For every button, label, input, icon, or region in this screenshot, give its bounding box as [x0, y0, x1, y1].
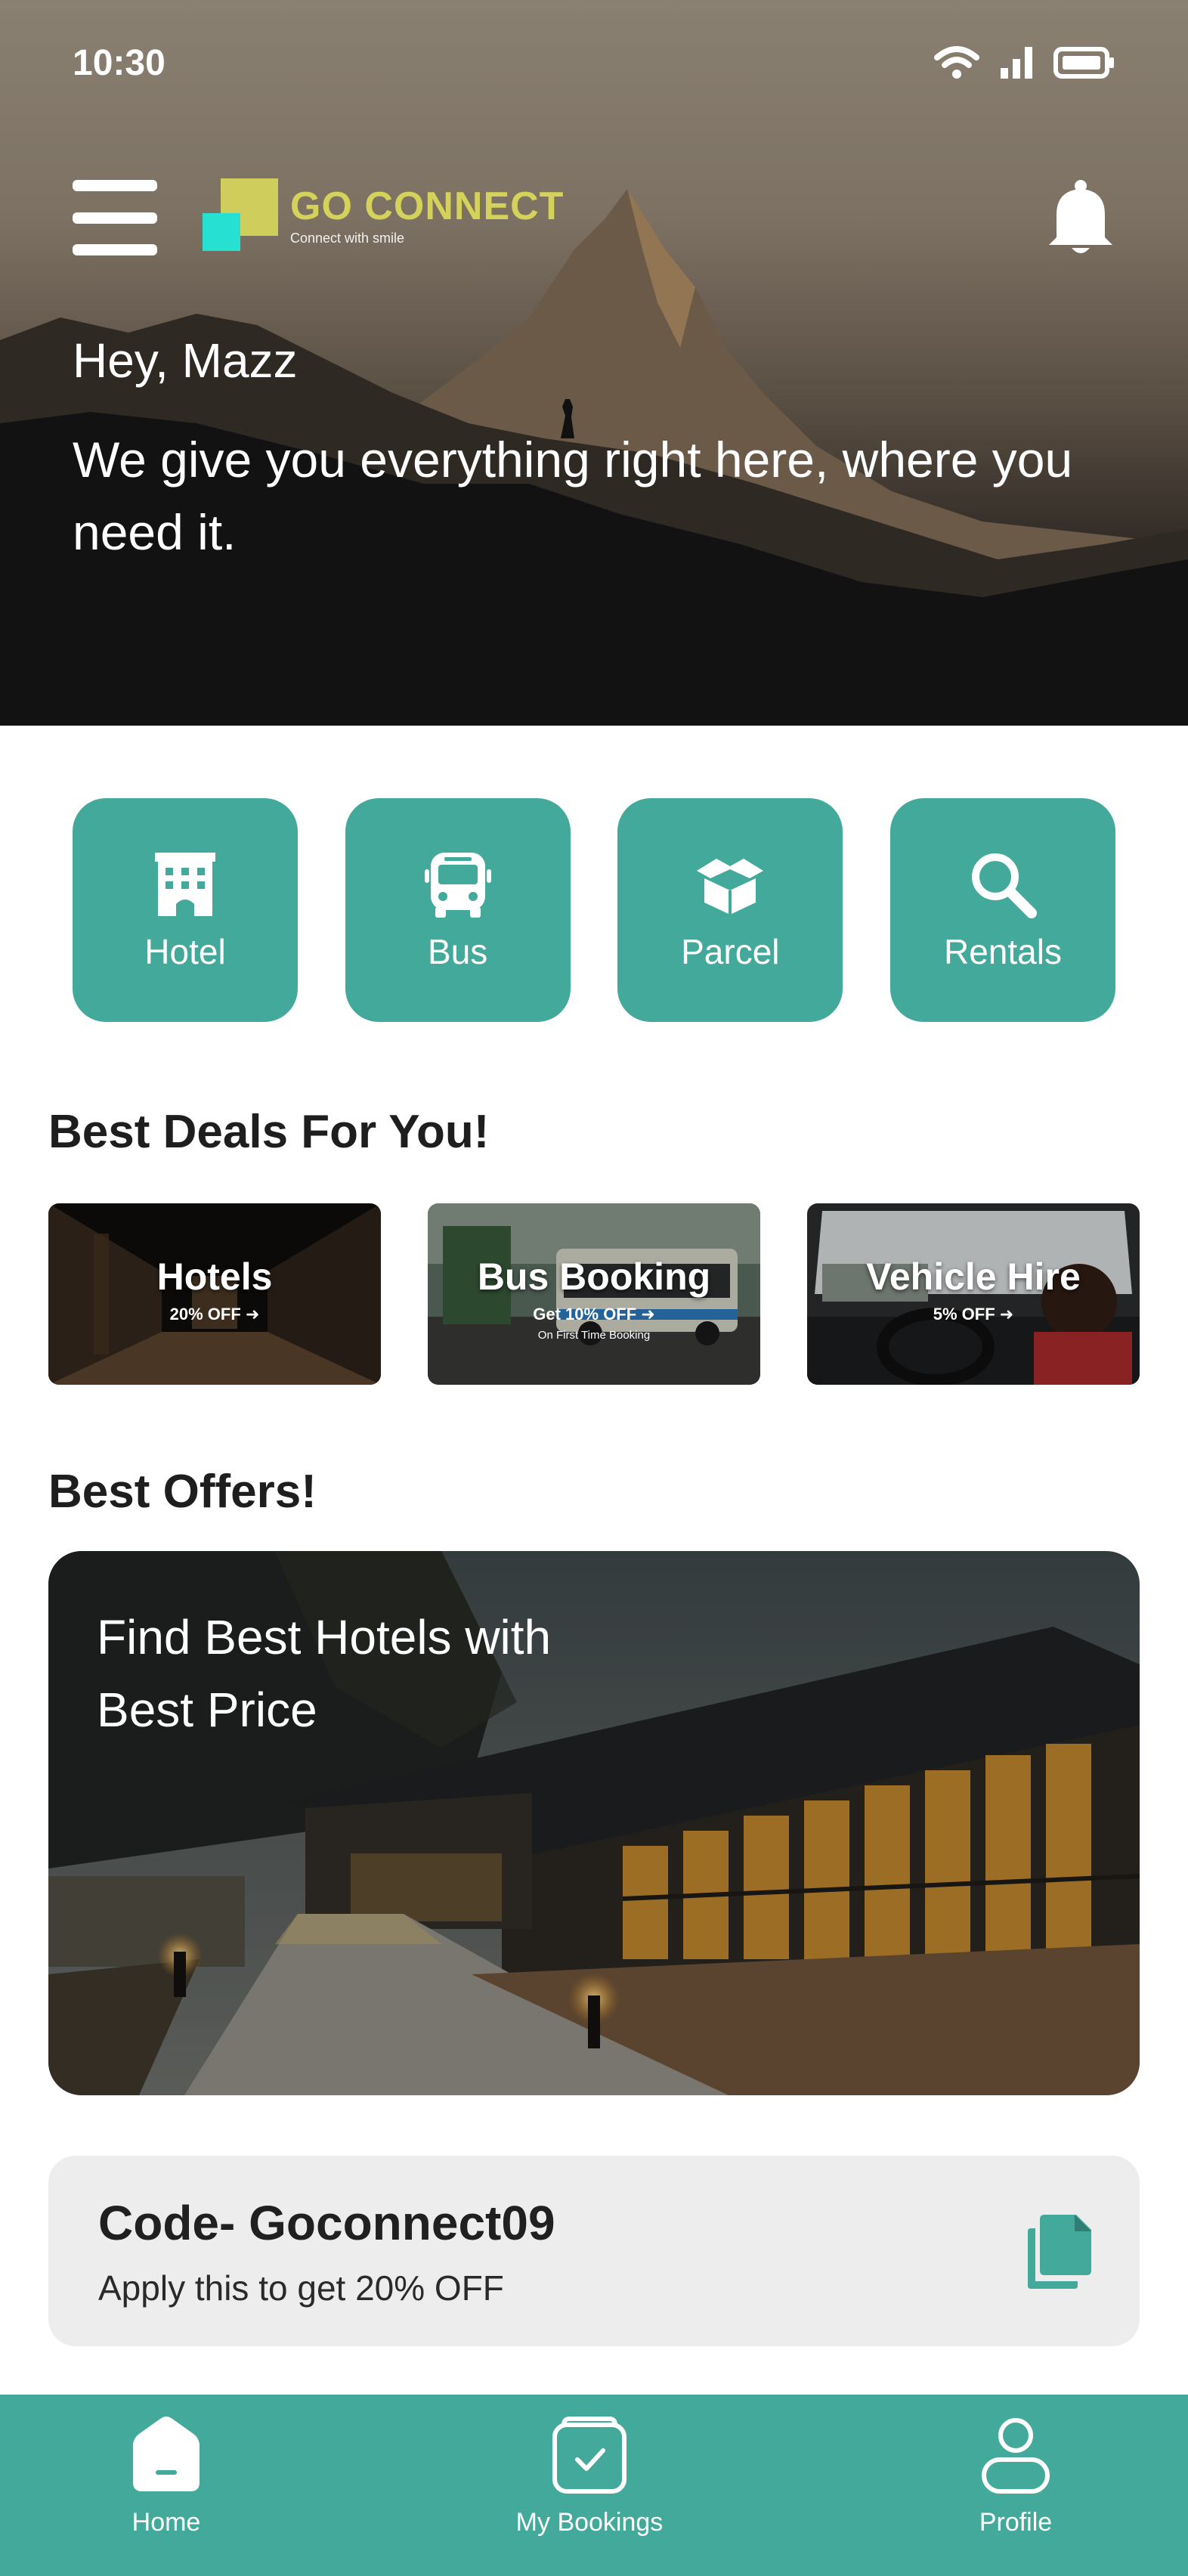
- deal-title: Vehicle Hire: [866, 1255, 1081, 1298]
- nav-profile[interactable]: Profile: [880, 2416, 1152, 2537]
- deal-card-bus-booking[interactable]: Bus Booking Get 10% OFF ➜ On First Time …: [428, 1203, 760, 1385]
- nav-label: My Bookings: [515, 2508, 664, 2537]
- service-label: Hotel: [144, 932, 226, 971]
- service-buttons: Hotel Bus Parcel Rentals: [73, 798, 1115, 1022]
- deal-title: Hotels: [156, 1255, 273, 1298]
- hotel-icon: [155, 853, 215, 916]
- nav-label: Profile: [979, 2508, 1053, 2537]
- profile-icon: [982, 2418, 1050, 2494]
- app-logo: GO CONNECT Connect with smile: [203, 178, 564, 254]
- search-icon: [971, 853, 1037, 918]
- service-bus-button[interactable]: Bus: [345, 798, 571, 1022]
- coupon-code: Code- Goconnect09: [98, 2196, 555, 2250]
- copy-icon[interactable]: [1025, 2212, 1094, 2290]
- service-hotel-button[interactable]: Hotel: [73, 798, 298, 1022]
- best-offers-heading: Best Offers!: [48, 1466, 317, 1518]
- deal-subtitle: Get 10% OFF ➜: [533, 1305, 655, 1324]
- deal-note: On First Time Booking: [537, 1329, 651, 1342]
- signal-icon: [1001, 47, 1032, 79]
- offer-banner-text: Find Best Hotels with Best Price: [97, 1610, 552, 1737]
- bookings-icon: [552, 2417, 626, 2494]
- deals-list: Hotels 20% OFF ➜ Bus Booking Get 10% OFF…: [48, 1203, 1140, 1385]
- deal-card-hotels[interactable]: Hotels 20% OFF ➜: [48, 1203, 381, 1385]
- logo-name: GO CONNECT: [290, 184, 565, 228]
- menu-line: [73, 212, 157, 224]
- status-time: 10:30: [73, 43, 166, 83]
- menu-line: [73, 180, 157, 191]
- hamburger-menu-button[interactable]: [73, 180, 157, 255]
- deal-subtitle: 5% OFF ➜: [933, 1305, 1014, 1324]
- nav-home[interactable]: Home: [30, 2416, 302, 2537]
- service-label: Bus: [428, 932, 488, 971]
- deal-card-vehicle-hire[interactable]: Vehicle Hire 5% OFF ➜: [807, 1203, 1140, 1385]
- notification-bell-icon[interactable]: [1046, 178, 1115, 257]
- nav-label: Home: [131, 2508, 201, 2537]
- battery-icon: [1053, 47, 1114, 79]
- bottom-navigation: Home My Bookings Profile: [0, 2395, 1188, 2576]
- best-deals-heading: Best Deals For You!: [48, 1106, 490, 1158]
- deal-subtitle: 20% OFF ➜: [169, 1305, 260, 1324]
- hero-banner: 10:30 GO CONNECT Connect with smile Hey,…: [0, 0, 1188, 726]
- parcel-icon: [697, 859, 764, 915]
- service-label: Parcel: [681, 932, 780, 971]
- service-parcel-button[interactable]: Parcel: [617, 798, 843, 1022]
- home-icon: [133, 2417, 200, 2491]
- logo-mark-icon: [203, 178, 278, 254]
- service-rentals-button[interactable]: Rentals: [889, 798, 1115, 1022]
- service-label: Rentals: [943, 932, 1062, 971]
- wifi-icon: [934, 46, 979, 79]
- nav-my-bookings[interactable]: My Bookings: [453, 2416, 725, 2537]
- greeting-text: Hey, Mazz: [73, 333, 298, 388]
- menu-line: [73, 244, 157, 255]
- hero-tagline: We give you everything right here, where…: [73, 432, 1073, 560]
- deal-title: Bus Booking: [477, 1255, 711, 1298]
- logo-tagline: Connect with smile: [290, 230, 405, 246]
- status-icons: [934, 45, 1115, 80]
- coupon-description: Apply this to get 20% OFF: [98, 2268, 504, 2308]
- bus-icon: [424, 853, 491, 918]
- coupon-card: Code- Goconnect09 Apply this to get 20% …: [48, 2156, 1140, 2346]
